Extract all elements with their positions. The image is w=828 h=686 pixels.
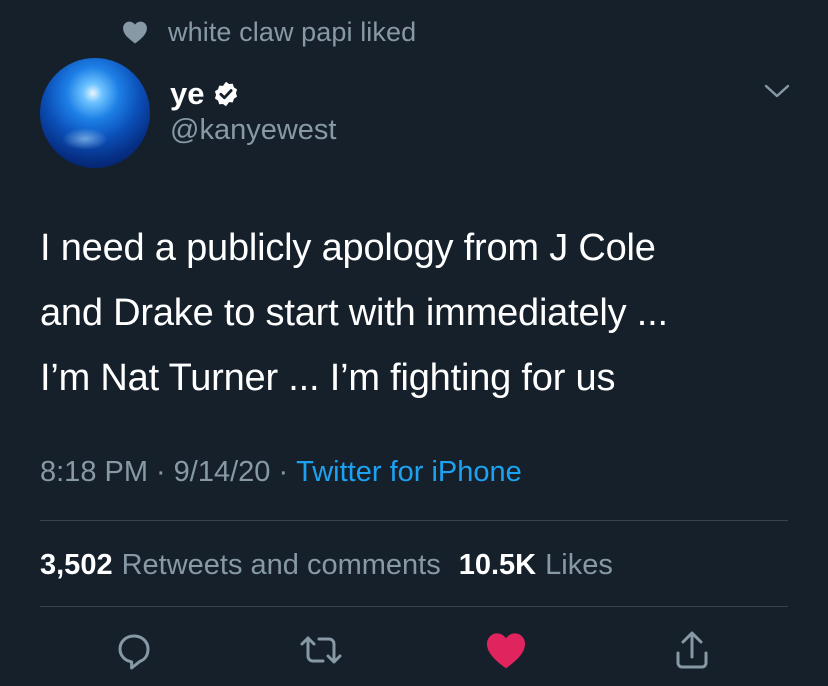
divider (40, 520, 788, 521)
retweet-icon (299, 630, 343, 675)
divider (40, 606, 788, 607)
chevron-down-icon[interactable] (762, 80, 792, 104)
avatar[interactable] (40, 58, 150, 168)
retweets-label[interactable]: Retweets and comments (122, 549, 441, 582)
verified-badge-icon (212, 79, 242, 109)
like-button[interactable] (484, 630, 528, 674)
tweet-date: 9/14/20 (173, 455, 271, 488)
likes-label[interactable]: Likes (545, 549, 613, 582)
tweet-line: I need a publicly apology from J Cole (40, 227, 656, 269)
tweet-meta: 8:18 PM · 9/14/20 · Twitter for iPhone (40, 452, 522, 492)
like-icon (485, 631, 527, 674)
social-context[interactable]: white claw papi liked (122, 14, 416, 50)
likes-count[interactable]: 10.5K (459, 549, 536, 582)
tweet-line: and Drake to start with immediately ... (40, 292, 668, 334)
tweet-source-link[interactable]: Twitter for iPhone (296, 456, 522, 489)
author-name-row[interactable]: ye (170, 72, 242, 116)
retweet-button[interactable] (299, 630, 343, 674)
tweet-line: I’m Nat Turner ... I’m fighting for us (40, 357, 616, 399)
tweet-time: 8:18 PM (40, 455, 148, 488)
heart-icon (122, 19, 150, 45)
retweets-count[interactable]: 3,502 (40, 549, 113, 582)
meta-separator: · (278, 455, 289, 488)
meta-separator: · (156, 455, 166, 488)
liked-by-text: white claw papi liked (168, 16, 417, 47)
share-icon (672, 629, 712, 676)
tweet-stats: 3,502 Retweets and comments 10.5K Likes (40, 544, 613, 586)
share-button[interactable] (670, 630, 714, 674)
tweet-text: I need a publicly apology from J Cole an… (40, 216, 800, 411)
author-handle[interactable]: @kanyewest (170, 114, 336, 147)
display-name[interactable]: ye (170, 76, 204, 112)
reply-icon (114, 630, 154, 675)
reply-button[interactable] (112, 630, 156, 674)
